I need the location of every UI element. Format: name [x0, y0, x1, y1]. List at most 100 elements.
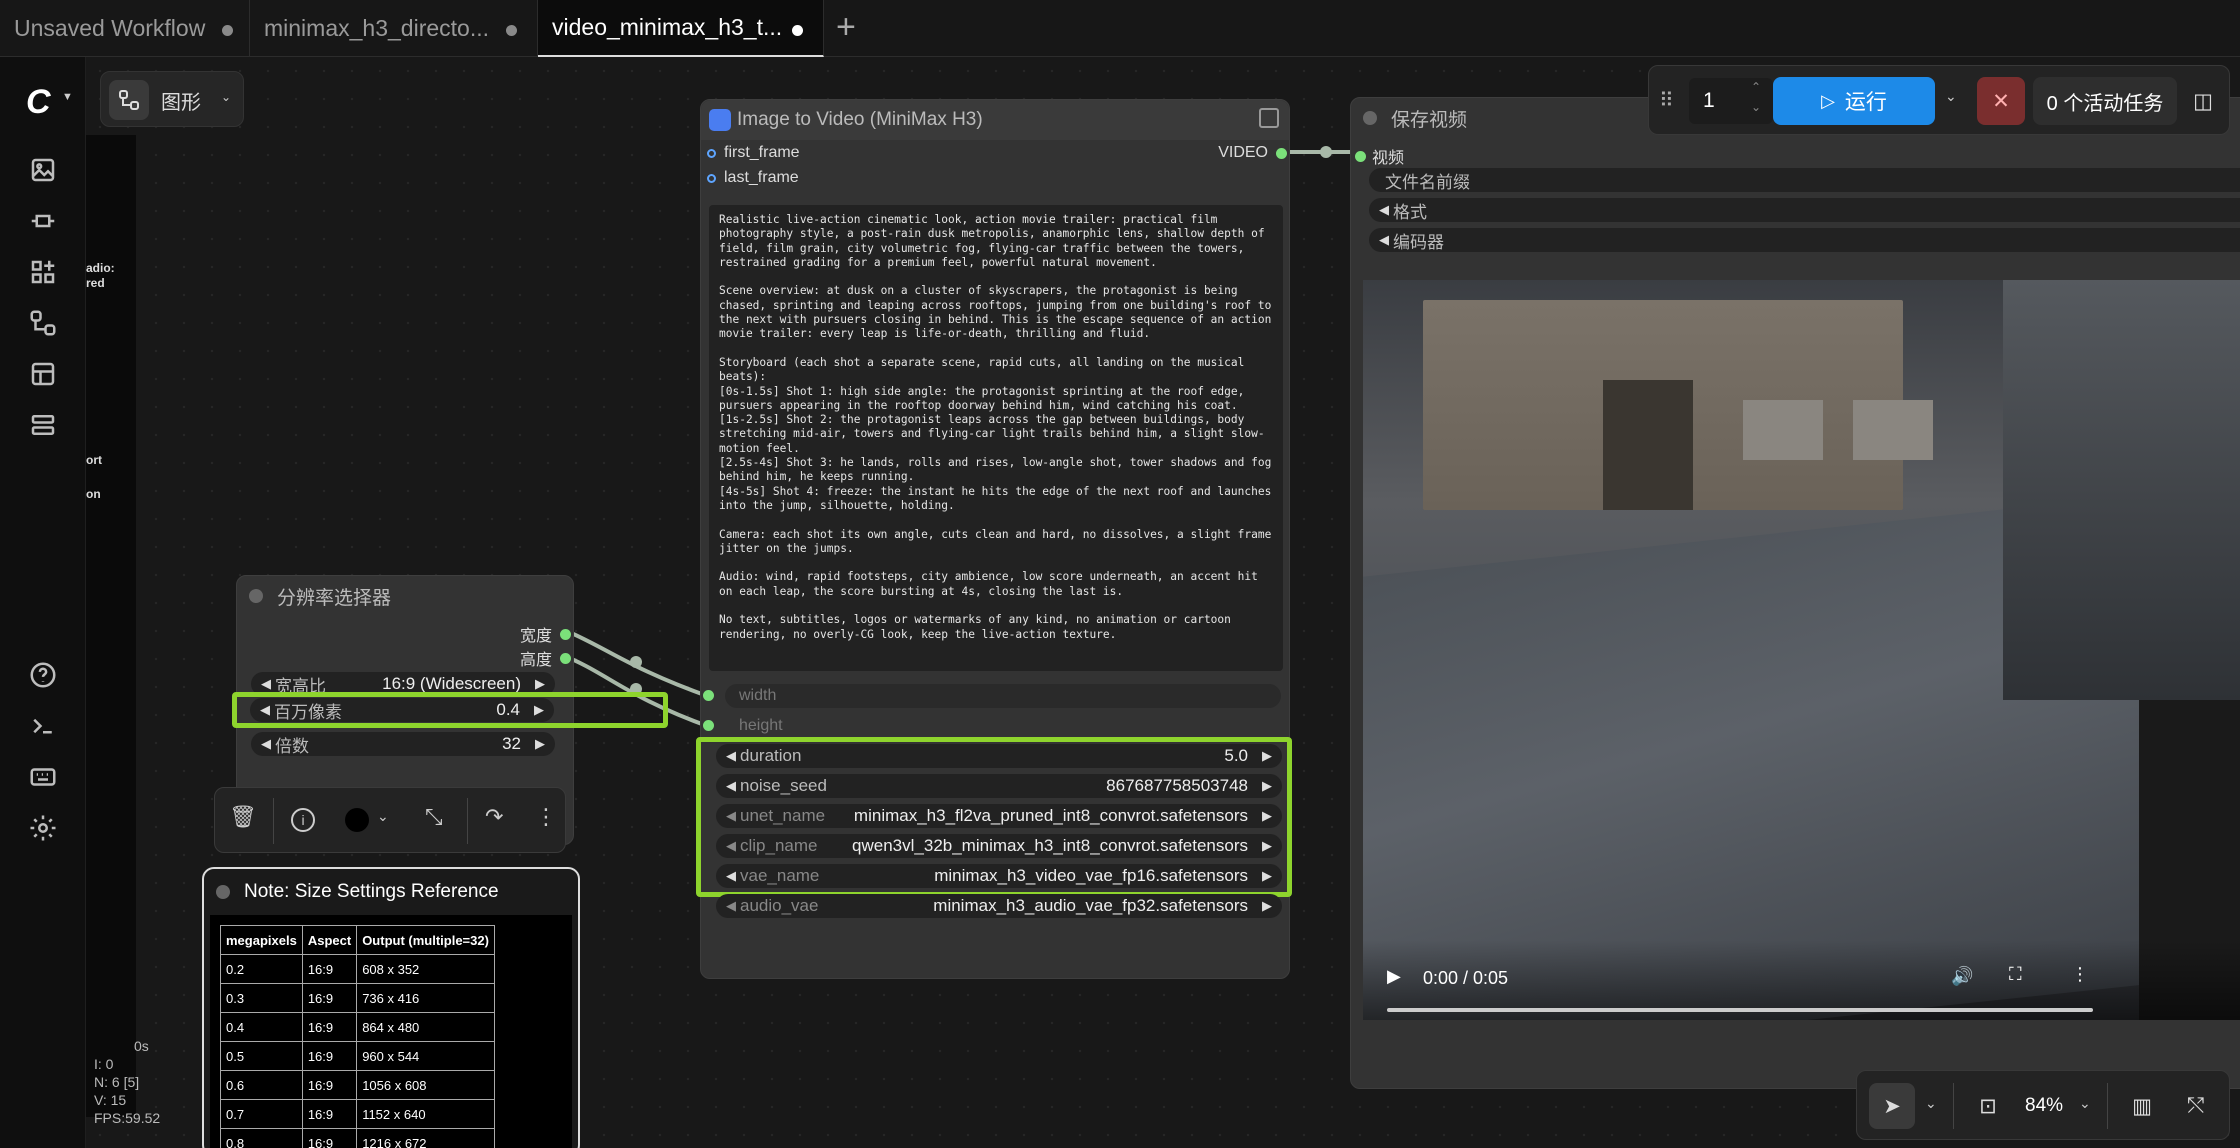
fit-view-icon[interactable]: ⊡ [1965, 1083, 2011, 1129]
play-icon[interactable]: ▶ [1387, 966, 1401, 987]
batch-count-input[interactable]: 1 ⌃ ⌄ [1689, 78, 1773, 124]
linked-height-widget[interactable]: height [701, 714, 1291, 738]
run-button[interactable]: ▷ 运行 [1773, 77, 1935, 125]
minimap-icon[interactable]: ▥ [2119, 1083, 2165, 1129]
decrement-arrow-icon[interactable]: ◀ [726, 778, 740, 794]
audio-vae-widget[interactable]: ◀ audio_vae minimax_h3_audio_vae_fp32.safe… [716, 894, 1282, 918]
unet-name-widget[interactable]: ◀ unet_name minimax_h3_fl2va_pruned_int8_c… [716, 804, 1282, 828]
tab-video-minimax[interactable]: video_minimax_h3_t... [538, 0, 824, 57]
input-last-frame[interactable]: last_frame [707, 169, 799, 187]
clip-name-widget[interactable]: ◀ clip_name qwen3vl_32b_minimax_h3_int8_co… [716, 834, 1282, 858]
active-tasks-button[interactable]: 0 个活动任务 [2033, 77, 2177, 125]
run-options-chevron-icon[interactable]: ⌄ [1945, 88, 1957, 105]
decrement-arrow-icon[interactable]: ◀ [1379, 232, 1393, 248]
keyboard-icon[interactable] [22, 756, 64, 798]
extensions-icon[interactable] [22, 251, 64, 293]
toggle-links-icon[interactable]: ⤲ [2173, 1083, 2219, 1129]
queue-icon[interactable] [22, 404, 64, 446]
tab-unsaved-workflow[interactable]: Unsaved Workflow [0, 0, 250, 57]
format-widget[interactable]: ◀ 格式 [1369, 198, 2240, 222]
decrement-arrow-icon[interactable]: ◀ [260, 702, 274, 718]
decrement-arrow-icon[interactable]: ◀ [261, 676, 275, 692]
chevron-down-icon[interactable]: ⌄ [1925, 1095, 1937, 1112]
more-options-icon[interactable]: ⋮ [2071, 964, 2089, 985]
zoom-level[interactable]: 84% [2025, 1095, 2063, 1117]
images-icon[interactable] [22, 149, 64, 191]
output-video[interactable]: VIDEO [1218, 144, 1287, 162]
increment-arrow-icon[interactable]: ▶ [1262, 808, 1272, 824]
chevron-down-icon[interactable]: ⌄ [377, 808, 389, 825]
terminal-icon[interactable] [22, 705, 64, 747]
collapse-icon[interactable]: ⤡ [425, 804, 443, 830]
tab-label: video_minimax_h3_t... [552, 14, 783, 40]
select-tool-icon[interactable]: ➤ [1869, 1083, 1915, 1129]
table-row: 0.2 16:9 608 x 352 [220, 954, 495, 984]
megapixels-widget[interactable]: ◀ 百万像素 0.4 ▶ [250, 698, 554, 722]
tab-minimax-directory[interactable]: minimax_h3_directo... [250, 0, 538, 57]
chevron-up-icon[interactable]: ⌃ [1751, 80, 1761, 94]
prompt-textarea[interactable]: Realistic live-action cinematic look, ac… [709, 205, 1283, 671]
linked-width-widget[interactable]: width [701, 684, 1291, 708]
note-node[interactable]: Note: Size Settings Reference megapixels… [202, 867, 580, 1148]
active-tasks-label: 0 个活动任务 [2046, 92, 2164, 115]
input-video[interactable]: 视频 [1355, 144, 1404, 168]
note-content: megapixels Aspect Output (multiple=32) 0.2… [210, 915, 572, 1148]
color-picker-icon[interactable] [345, 808, 369, 832]
increment-arrow-icon[interactable]: ▶ [534, 702, 544, 718]
multiple-widget[interactable]: ◀ 倍数 32 ▶ [251, 732, 555, 756]
output-width[interactable]: 宽度 [520, 622, 571, 646]
nodes-icon[interactable] [22, 200, 64, 242]
decrement-arrow-icon[interactable]: ◀ [726, 898, 740, 914]
decrement-arrow-icon[interactable]: ◀ [726, 838, 740, 854]
noise-seed-widget[interactable]: ◀ noise_seed 867687758503748 ▶ [716, 774, 1282, 798]
node-title: Image to Video (MiniMax H3) [737, 109, 983, 130]
node-collapse-dot[interactable] [216, 885, 230, 899]
volume-icon[interactable]: 🔊 [1951, 966, 1973, 987]
templates-icon[interactable] [22, 353, 64, 395]
fullscreen-icon[interactable]: ⛶ [2009, 964, 2022, 985]
codec-widget[interactable]: ◀ 编码器 [1369, 228, 2240, 252]
output-height[interactable]: 高度 [520, 646, 571, 670]
toggle-panel-icon[interactable]: ◫ [2183, 77, 2223, 125]
decrement-arrow-icon[interactable]: ◀ [726, 868, 740, 884]
cell: 1152 x 640 [356, 1099, 495, 1129]
increment-arrow-icon[interactable]: ▶ [1262, 868, 1272, 884]
node-collapse-dot[interactable] [249, 589, 263, 603]
video-preview[interactable]: ▶ 0:00 / 0:05 🔊 ⛶ ⋮ [1363, 280, 2240, 1020]
slot-label: 高度 [519, 652, 552, 669]
comfy-logo-icon[interactable]: C [26, 83, 51, 122]
more-options-icon[interactable]: ⋮ [535, 804, 557, 830]
graph-canvas[interactable]: adio: red ort on 0s I: 0 N: 6 [5] V: 15 … [86, 57, 2240, 1148]
drag-handle-icon[interactable]: ⠿ [1659, 88, 1674, 113]
increment-arrow-icon[interactable]: ▶ [1262, 838, 1272, 854]
help-icon[interactable] [22, 654, 64, 696]
add-tab-button[interactable]: + [836, 8, 856, 47]
save-video-node[interactable]: 保存视频 视频 文件名前缀 ◀ 格式 ◀ 编码器 ▶ 0:00 / 0:05 🔊 ⛶… [1350, 97, 2240, 1089]
filename-prefix-widget[interactable]: 文件名前缀 [1369, 168, 2240, 192]
increment-arrow-icon[interactable]: ▶ [535, 676, 545, 692]
decrement-arrow-icon[interactable]: ◀ [726, 808, 740, 824]
input-first-frame[interactable]: first_frame [707, 144, 800, 162]
trash-icon[interactable]: 🗑 [229, 804, 257, 830]
workflows-icon[interactable] [22, 302, 64, 344]
info-icon[interactable]: i [291, 808, 315, 832]
vae-name-widget[interactable]: ◀ vae_name minimax_h3_video_vae_fp16.safet… [716, 864, 1282, 888]
chevron-down-icon[interactable]: ⌄ [1751, 100, 1761, 114]
expand-icon[interactable] [1259, 108, 1279, 128]
increment-arrow-icon[interactable]: ▶ [1262, 778, 1272, 794]
duration-widget[interactable]: ◀ duration 5.0 ▶ [716, 744, 1282, 768]
video-progress-bar[interactable] [1387, 1008, 2093, 1012]
decrement-arrow-icon[interactable]: ◀ [261, 736, 275, 752]
decrement-arrow-icon[interactable]: ◀ [1379, 202, 1393, 218]
increment-arrow-icon[interactable]: ▶ [1262, 898, 1272, 914]
increment-arrow-icon[interactable]: ▶ [1262, 748, 1272, 764]
node-collapse-dot[interactable] [1363, 111, 1377, 125]
chevron-down-icon[interactable]: ⌄ [2079, 1095, 2091, 1112]
increment-arrow-icon[interactable]: ▶ [535, 736, 545, 752]
stop-button[interactable]: ✕ [1977, 77, 2025, 125]
decrement-arrow-icon[interactable]: ◀ [726, 748, 740, 764]
batch-count-value: 1 [1703, 89, 1715, 112]
bypass-icon[interactable]: ↷ [485, 804, 503, 830]
settings-gear-icon[interactable] [22, 807, 64, 849]
table-row: 0.3 16:9 736 x 416 [220, 983, 495, 1013]
